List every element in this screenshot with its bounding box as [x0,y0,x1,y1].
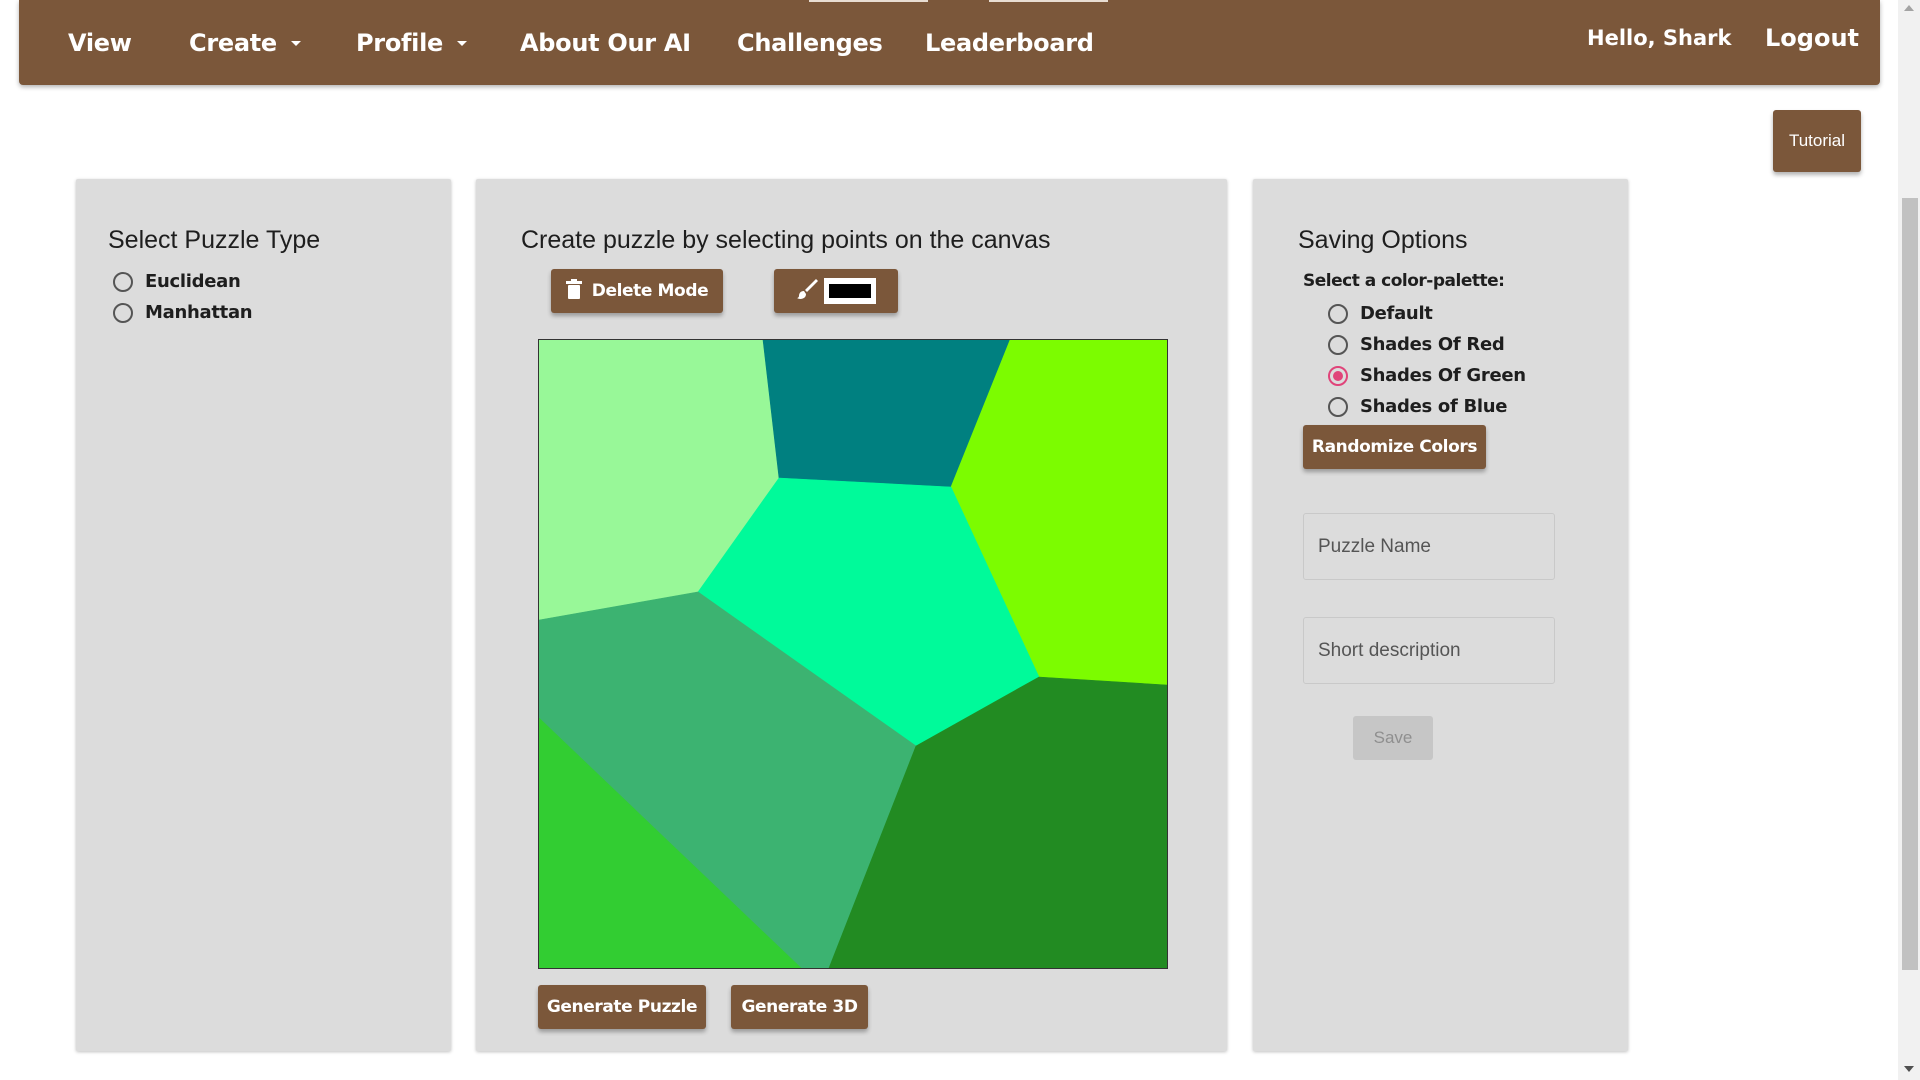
nav-about-ai[interactable]: About Our AI [520,0,691,85]
scrollbar-thumb[interactable] [1902,198,1918,970]
nav-challenges[interactable]: Challenges [737,0,883,85]
brush-color-button[interactable] [774,269,898,313]
palette-option-green[interactable]: Shades Of Green [1328,360,1526,391]
nav-leaderboard-label: Leaderboard [925,28,1094,57]
caret-down-icon [290,41,301,46]
nav-profile[interactable]: Profile [356,0,467,85]
nav-create[interactable]: Create [189,0,301,85]
brush-color-swatch [824,278,876,304]
delete-mode-button[interactable]: Delete Mode [551,269,723,313]
radio-button[interactable] [1328,303,1348,324]
option-label: Euclidean [145,271,241,292]
generate-puzzle-button[interactable]: Generate Puzzle [538,985,706,1029]
option-label: Shades Of Green [1360,365,1526,386]
option-label: Shades Of Red [1360,334,1505,355]
option-label: Default [1360,303,1433,324]
puzzle-type-title: Select Puzzle Type [108,226,321,254]
nav-view[interactable]: View [68,0,132,85]
puzzle-type-option-euclidean[interactable]: Euclidean [113,266,241,297]
scroll-up-arrow-icon[interactable] [1904,5,1914,11]
radio-button[interactable] [1328,334,1348,355]
palette-option-red[interactable]: Shades Of Red [1328,329,1505,360]
nav-view-label: View [68,28,132,57]
short-description-input[interactable]: Short description [1303,617,1555,684]
puzzle-canvas[interactable] [538,339,1168,969]
puzzle-name-input[interactable]: Puzzle Name [1303,513,1555,580]
nav-create-label: Create [189,28,277,57]
radio-button[interactable] [113,302,133,323]
option-label: Shades of Blue [1360,396,1508,417]
saving-options-title: Saving Options [1298,226,1468,254]
voronoi-puzzle [538,339,1168,969]
palette-label: Select a color-palette: [1303,271,1505,291]
nav-challenges-label: Challenges [737,28,883,57]
generate-3d-button[interactable]: Generate 3D [731,985,868,1029]
logout-link[interactable]: Logout [1765,0,1859,75]
paintbrush-icon [796,278,818,305]
canvas-panel-title: Create puzzle by selecting points on the… [521,226,1051,254]
randomize-colors-button[interactable]: Randomize Colors [1303,425,1486,469]
option-label: Manhattan [145,302,253,323]
radio-button-checked[interactable] [1328,365,1348,386]
nav-about-ai-label: About Our AI [520,28,691,57]
saving-options-panel: Saving Options Select a color-palette: D… [1253,179,1628,1051]
caret-down-icon [457,41,467,46]
nav-profile-label: Profile [356,28,443,57]
top-navbar: View Create Profile About Our AI Challen… [19,0,1880,85]
puzzle-type-option-manhattan[interactable]: Manhattan [113,297,253,328]
tutorial-button[interactable]: Tutorial [1773,110,1861,172]
radio-button[interactable] [113,271,133,292]
palette-option-default[interactable]: Default [1328,298,1433,329]
user-greeting: Hello, Shark [1587,25,1732,50]
palette-option-blue[interactable]: Shades of Blue [1328,391,1507,422]
delete-mode-label: Delete Mode [591,281,709,301]
scroll-down-arrow-icon[interactable] [1904,1066,1914,1072]
save-button[interactable]: Save [1353,716,1433,760]
radio-button[interactable] [1328,396,1348,417]
puzzle-type-panel: Select Puzzle Type Euclidean Manhattan [76,179,451,1051]
nav-leaderboard[interactable]: Leaderboard [925,0,1094,85]
trash-icon [565,278,582,304]
